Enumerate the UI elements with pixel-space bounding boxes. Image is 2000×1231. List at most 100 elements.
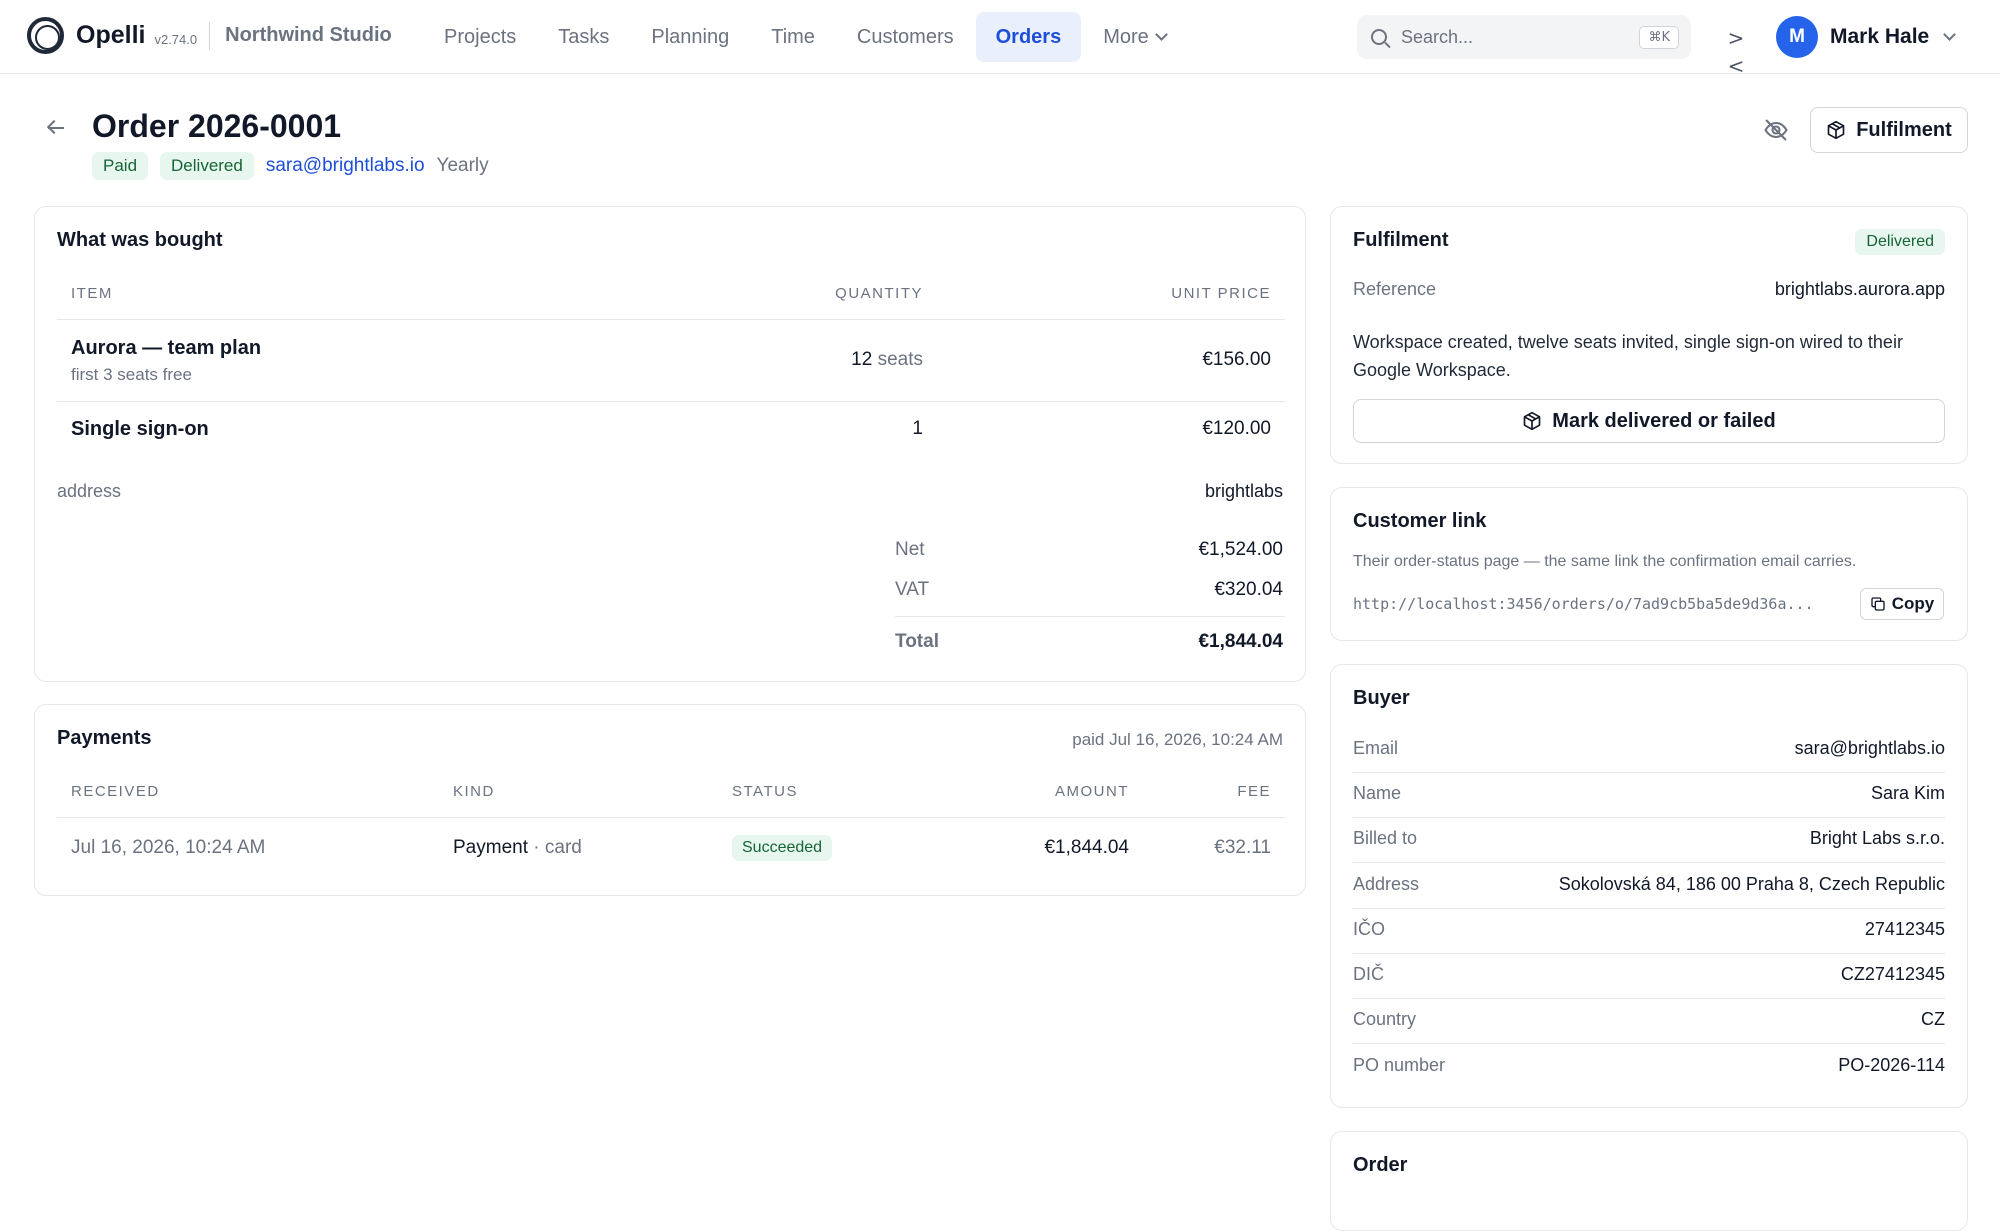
buyer-field-value: Sara Kim	[1870, 783, 1945, 803]
nav-item-tasks[interactable]: Tasks	[538, 12, 629, 62]
buyer-field-value: sara@brightlabs.io	[1794, 738, 1945, 758]
chevron-down-icon	[1154, 27, 1168, 41]
app-version: v2.74.0	[154, 32, 198, 47]
buyer-card-title: Buyer	[1353, 687, 1410, 709]
nav-item-projects[interactable]: Projects	[424, 12, 536, 62]
customer-link-url[interactable]: http://localhost:3456/orders/o/7ad9cb5ba…	[1353, 595, 1843, 613]
quantity-unit: seats	[877, 349, 923, 370]
buyer-field-label: Billed to	[1353, 828, 1418, 848]
copy-icon	[1871, 597, 1885, 611]
customer-link-card: Customer link Their order-status page — …	[1330, 487, 1968, 641]
buyer-field-label: PO number	[1353, 1055, 1446, 1075]
buyer-field-value: CZ27412345	[1840, 964, 1945, 984]
buyer-field-value: PO-2026-114	[1838, 1055, 1945, 1075]
column-header-item: ITEM	[71, 285, 113, 302]
search-shortcut: ⌘K	[1639, 25, 1679, 49]
buyer-field-value: 27412345	[1864, 919, 1945, 939]
app-name: Opelli	[76, 21, 146, 49]
nav-item-planning[interactable]: Planning	[631, 12, 749, 62]
column-header-received: RECEIVED	[71, 783, 160, 800]
column-header-status: STATUS	[732, 783, 798, 800]
nav-item-customers[interactable]: Customers	[837, 12, 974, 62]
fulfilment-status-badge: Delivered	[1855, 229, 1945, 255]
items-card: What was bought ITEM QUANTITY UNIT PRICE…	[34, 206, 1306, 682]
total-label: Total	[895, 631, 939, 652]
quantity-value: 12	[851, 349, 873, 370]
workspace-name[interactable]: Northwind Studio	[225, 24, 392, 47]
eye-off-icon[interactable]	[1762, 116, 1790, 144]
item-unit-price: €156.00	[1202, 349, 1271, 370]
payment-kind: Payment · card	[453, 837, 582, 859]
order-card: Order	[1330, 1131, 1968, 1231]
nav-item-more[interactable]: More	[1083, 12, 1186, 62]
collapse-icon[interactable]: ><	[1722, 24, 1750, 78]
reference-label: Reference	[1353, 279, 1437, 299]
address-label: address	[57, 481, 122, 501]
vat-value: €320.04	[1214, 579, 1283, 600]
payment-kind-type: Payment	[453, 837, 528, 858]
net-value: €1,524.00	[1198, 539, 1283, 560]
buyer-field-label: Country	[1353, 1009, 1417, 1029]
item-name: Aurora — team plan	[71, 337, 262, 359]
buyer-field-label: IČO	[1353, 919, 1386, 939]
customer-link-description: Their order-status page — the same link …	[1353, 553, 1857, 570]
reference-value: brightlabs.aurora.app	[1774, 279, 1945, 299]
nav-item-time[interactable]: Time	[751, 12, 835, 62]
total-value: €1,844.04	[1198, 631, 1283, 652]
back-arrow-icon[interactable]	[46, 118, 66, 138]
net-label: Net	[895, 539, 925, 560]
top-navigation-bar: Opelli v2.74.0 Northwind Studio Projects…	[0, 0, 2000, 78]
buyer-field-label: Address	[1353, 874, 1420, 894]
brand[interactable]: Opelli v2.74.0 Northwind Studio	[27, 17, 392, 54]
item-quantity: 12 seats	[851, 349, 923, 371]
avatar: M	[1776, 16, 1818, 58]
payment-received: Jul 16, 2026, 10:24 AM	[71, 837, 266, 858]
items-card-title: What was bought	[57, 229, 223, 251]
payment-status-badge: Succeeded	[732, 835, 833, 861]
buyer-card: Buyer Email sara@brightlabs.io Name Sara…	[1330, 664, 1968, 1108]
column-header-kind: KIND	[453, 783, 495, 800]
search-input[interactable]: Search... ⌘K	[1357, 15, 1691, 59]
column-header-quantity: QUANTITY	[835, 285, 923, 302]
item-name: Single sign-on	[71, 418, 209, 440]
nav-item-orders[interactable]: Orders	[975, 12, 1082, 62]
payments-card: Payments paid Jul 16, 2026, 10:24 AM REC…	[34, 704, 1306, 896]
column-header-fee: FEE	[1237, 783, 1271, 800]
copy-button[interactable]: Copy	[1860, 588, 1944, 620]
item-quantity: 1	[912, 418, 923, 439]
buyer-field-value: Sokolovská 84, 186 00 Praha 8, Czech Rep…	[1558, 874, 1945, 894]
search-icon	[1371, 29, 1387, 45]
user-menu[interactable]: M Mark Hale	[1776, 16, 1957, 58]
buyer-field-label: Name	[1353, 783, 1402, 803]
item-unit-price: €120.00	[1202, 418, 1271, 439]
paid-badge: Paid	[92, 152, 149, 180]
paid-timestamp: paid Jul 16, 2026, 10:24 AM	[1072, 730, 1283, 749]
customer-email-link[interactable]: sara@brightlabs.io	[266, 155, 425, 177]
payment-amount: €1,844.04	[1044, 837, 1129, 858]
copy-label: Copy	[1891, 594, 1935, 613]
page-title: Order 2026-0001	[92, 108, 342, 144]
nav-more-label: More	[1103, 26, 1149, 48]
column-header-unit-price: UNIT PRICE	[1171, 285, 1271, 302]
fulfilment-description: Workspace created, twelve seats invited,…	[1353, 332, 1903, 380]
delivered-badge: Delivered	[160, 152, 254, 180]
item-note: first 3 seats free	[71, 365, 192, 384]
mark-delivered-button[interactable]: Mark delivered or failed	[1353, 399, 1945, 443]
vat-label: VAT	[895, 579, 930, 600]
fulfilment-button-label: Fulfilment	[1856, 118, 1952, 141]
buyer-field-value: Bright Labs s.r.o.	[1809, 828, 1945, 848]
buyer-field-label: Email	[1353, 738, 1399, 758]
fulfilment-button[interactable]: Fulfilment	[1810, 107, 1968, 153]
user-name: Mark Hale	[1830, 25, 1930, 48]
main-nav: Projects Tasks Planning Time Customers O…	[424, 12, 1188, 62]
order-meta: Paid Delivered sara@brightlabs.io Yearly	[92, 152, 489, 180]
payment-fee: €32.11	[1214, 837, 1271, 858]
column-header-amount: AMOUNT	[1055, 783, 1129, 800]
order-card-title: Order	[1353, 1154, 1408, 1176]
billing-cycle: Yearly	[436, 155, 489, 176]
fulfilment-card: Fulfilment Delivered Reference brightlab…	[1330, 206, 1968, 464]
buyer-field-value: CZ	[1921, 1009, 1945, 1029]
search-placeholder: Search...	[1401, 26, 1474, 47]
package-icon	[1827, 120, 1845, 140]
chevron-down-icon	[1943, 27, 1957, 41]
